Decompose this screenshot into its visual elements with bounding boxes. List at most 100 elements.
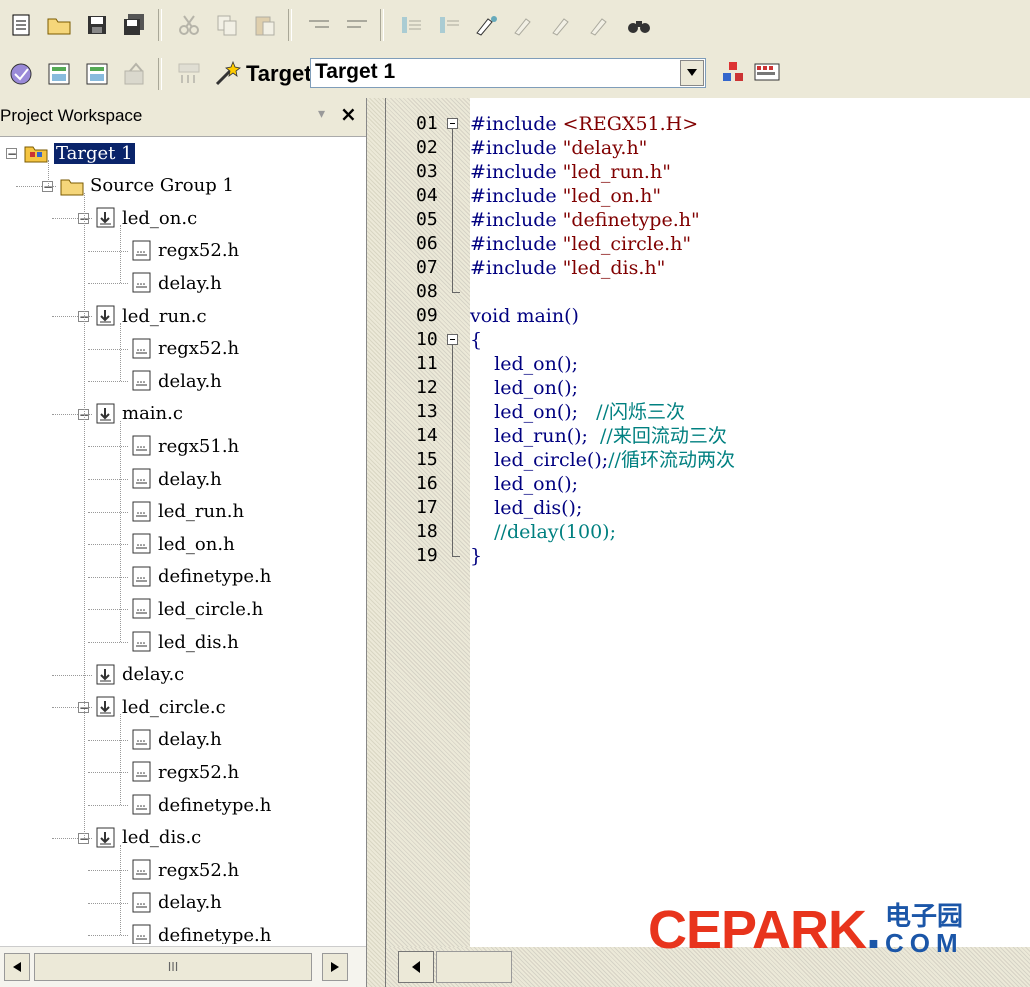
code-token: //delay(100);: [470, 521, 616, 543]
find-button-4[interactable]: [584, 8, 618, 42]
tree-item[interactable]: definetype.h: [132, 790, 271, 820]
h-file-icon: [132, 892, 151, 913]
indent-button[interactable]: [302, 8, 336, 42]
tree-connector: [120, 844, 121, 936]
h-file-icon: [132, 761, 152, 783]
fold-icon[interactable]: [447, 118, 458, 129]
tree-connector: [88, 446, 128, 448]
download-button[interactable]: [172, 57, 206, 91]
bookmark-toggle-button[interactable]: [394, 8, 428, 42]
new-file-button[interactable]: [4, 8, 38, 42]
h-file-icon: [132, 924, 152, 944]
tree-item-label: led_run.h: [158, 501, 245, 523]
h-file-icon: [132, 566, 152, 588]
save-button[interactable]: [80, 8, 114, 42]
tree-connector: [88, 772, 128, 774]
pin-icon[interactable]: ▾: [318, 106, 325, 122]
tree-connector: [88, 739, 128, 741]
tree-item[interactable]: definetype.h: [132, 920, 271, 944]
tree-connector: [88, 902, 128, 904]
open-file-button[interactable]: [42, 8, 76, 42]
panel-splitter[interactable]: [367, 98, 386, 987]
separator: [158, 58, 162, 90]
tree-item-label: definetype.h: [158, 566, 272, 588]
close-icon[interactable]: ×: [340, 102, 357, 126]
toolbar-build: Target 1 Target 1: [0, 50, 1030, 98]
code-token: led_run();: [470, 425, 601, 447]
paste-button[interactable]: [248, 8, 282, 42]
editor-scroll-thumb[interactable]: [436, 951, 512, 983]
tree-item-label: led_on.c: [122, 207, 198, 229]
code-area[interactable]: #include <REGX51.H> #include "delay.h" #in…: [470, 98, 1030, 947]
tree-item[interactable]: Target 1: [24, 138, 135, 168]
tree-item[interactable]: led_dis.c: [96, 823, 201, 853]
tree-item[interactable]: regx51.h: [132, 431, 239, 461]
h-file-icon: [132, 533, 151, 554]
h-file-icon: [132, 370, 152, 392]
tree-item[interactable]: led_on.h: [132, 529, 235, 559]
separator: [380, 9, 384, 41]
tree-item[interactable]: regx52.h: [132, 757, 239, 787]
tree-item[interactable]: delay.h: [132, 725, 222, 755]
bookmark-list-icon: [402, 17, 421, 33]
scroll-right-button[interactable]: [322, 953, 348, 981]
tree-item[interactable]: regx52.h: [132, 236, 239, 266]
scroll-left-button[interactable]: [4, 953, 30, 981]
h-file-icon: [132, 859, 152, 881]
tree-item-label: Source Group 1: [90, 175, 234, 197]
rebuild-all-button[interactable]: [80, 57, 114, 91]
scroll-thumb[interactable]: III: [34, 953, 312, 981]
tree-item-label: delay.h: [158, 729, 222, 751]
build-target-button[interactable]: [42, 57, 76, 91]
tree-item[interactable]: Source Group 1: [60, 171, 234, 201]
cut-button[interactable]: [172, 8, 206, 42]
bookmark-next-button[interactable]: [432, 8, 466, 42]
fold-guide: [452, 129, 453, 292]
tree-item[interactable]: delay.h: [132, 464, 222, 494]
line-number: 12: [416, 377, 438, 398]
translate-button[interactable]: [4, 57, 38, 91]
tree-item[interactable]: delay.h: [132, 888, 222, 918]
code-token: "definetype.h": [562, 209, 700, 231]
tree-item[interactable]: led_dis.h: [132, 627, 239, 657]
find-in-files-button[interactable]: [622, 8, 656, 42]
collapse-icon[interactable]: −: [6, 148, 17, 160]
find-button-3[interactable]: [546, 8, 580, 42]
unindent-button[interactable]: [340, 8, 374, 42]
c-file-icon: [96, 696, 115, 717]
tree-item[interactable]: led_circle.h: [132, 594, 263, 624]
code-token: //闪烁三次: [596, 401, 685, 423]
copy-button[interactable]: [210, 8, 244, 42]
target-select[interactable]: Target 1: [310, 58, 706, 88]
tree-item[interactable]: led_circle.c: [96, 692, 226, 722]
tree-item[interactable]: delay.h: [132, 366, 222, 396]
code-line: #include "definetype.h": [470, 208, 700, 232]
dropdown-button[interactable]: [680, 60, 704, 86]
tree-item[interactable]: delay.c: [96, 660, 184, 690]
c-file-icon: [96, 403, 116, 425]
find-button-2[interactable]: [508, 8, 542, 42]
fold-icon[interactable]: [447, 334, 458, 345]
tree-item[interactable]: led_run.c: [96, 301, 207, 331]
tree-connector: [88, 609, 128, 611]
c-file-icon: [96, 827, 116, 849]
workspace-scrollbar[interactable]: III: [0, 946, 366, 987]
tree-item[interactable]: led_on.c: [96, 203, 197, 233]
tree-item[interactable]: delay.h: [132, 268, 222, 298]
c-file-icon: [96, 827, 115, 848]
options-for-target-button[interactable]: [210, 57, 244, 91]
components-button[interactable]: [716, 56, 750, 90]
tree-item[interactable]: regx52.h: [132, 334, 239, 364]
tree-item[interactable]: regx52.h: [132, 855, 239, 885]
tree-item[interactable]: main.c: [96, 399, 183, 429]
tree-item[interactable]: definetype.h: [132, 562, 271, 592]
editor-scroll-left-button[interactable]: [398, 951, 434, 983]
books-button[interactable]: [750, 56, 784, 90]
code-editor[interactable]: 01 02 03 04 05 06 07 08 09 10 11 12 13 14 15 16 17 18 19 #…: [386, 98, 1030, 987]
stop-build-button[interactable]: [118, 57, 152, 91]
find-button-1[interactable]: [470, 8, 504, 42]
tree-item[interactable]: led_run.h: [132, 497, 244, 527]
h-file-icon: [132, 892, 152, 914]
save-all-button[interactable]: [118, 8, 152, 42]
separator: [158, 9, 162, 41]
